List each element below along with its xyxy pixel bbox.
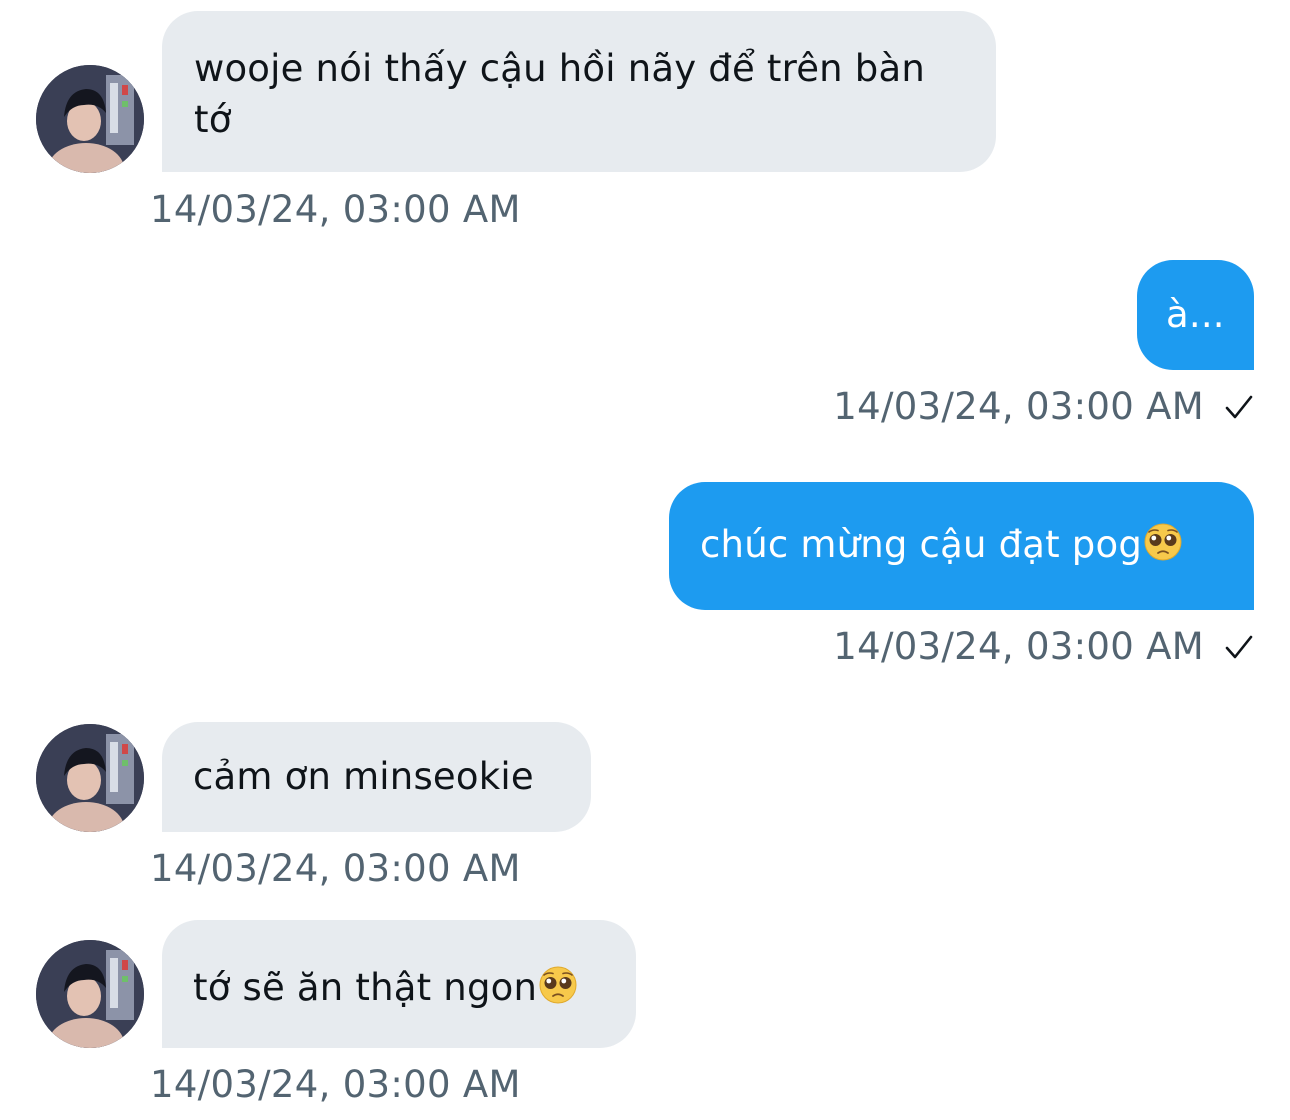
message-text: à...	[1166, 293, 1225, 336]
timestamp-text: 14/03/24, 03:00 AM	[150, 188, 521, 231]
avatar-photo	[36, 724, 144, 832]
timestamp-text: 14/03/24, 03:00 AM	[150, 1063, 521, 1106]
timestamp-text: 14/03/24, 03:00 AM	[150, 847, 521, 890]
timestamp-text: 14/03/24, 03:00 AM	[833, 625, 1204, 668]
outgoing-message-bubble[interactable]: à...	[1137, 260, 1254, 370]
incoming-message-bubble[interactable]: tớ sẽ ăn thật ngon	[162, 920, 636, 1048]
sender-avatar[interactable]	[36, 724, 144, 832]
message-timestamp: 14/03/24, 03:00 AM	[150, 847, 521, 891]
message-timestamp: 14/03/24, 03:00 AM	[833, 625, 1254, 669]
message-timestamp: 14/03/24, 03:00 AM	[150, 188, 521, 232]
sender-avatar[interactable]	[36, 940, 144, 1048]
avatar-photo	[36, 65, 144, 173]
conversation-thread: wooje nói thấy cậu hồi nãy để trên bàn t…	[0, 0, 1290, 1120]
pleading-face-emoji	[538, 965, 578, 1005]
timestamp-text: 14/03/24, 03:00 AM	[833, 385, 1204, 428]
message-timestamp: 14/03/24, 03:00 AM	[150, 1063, 521, 1107]
outgoing-message-bubble[interactable]: chúc mừng cậu đạt pog	[669, 482, 1254, 610]
incoming-message-bubble[interactable]: cảm ơn minseokie	[162, 722, 591, 832]
message-text: chúc mừng cậu đạt pog	[700, 523, 1143, 566]
sent-check-icon	[1224, 632, 1254, 662]
incoming-message-bubble[interactable]: wooje nói thấy cậu hồi nãy để trên bàn t…	[162, 11, 996, 172]
sender-avatar[interactable]	[36, 65, 144, 173]
message-text: tớ sẽ ăn thật ngon	[193, 966, 538, 1009]
pleading-face-emoji	[1143, 522, 1183, 562]
sent-check-icon	[1224, 392, 1254, 422]
message-text: wooje nói thấy cậu hồi nãy để trên bàn t…	[194, 47, 925, 141]
avatar-photo	[36, 940, 144, 1048]
message-text: cảm ơn minseokie	[193, 755, 534, 798]
message-timestamp: 14/03/24, 03:00 AM	[833, 385, 1254, 429]
